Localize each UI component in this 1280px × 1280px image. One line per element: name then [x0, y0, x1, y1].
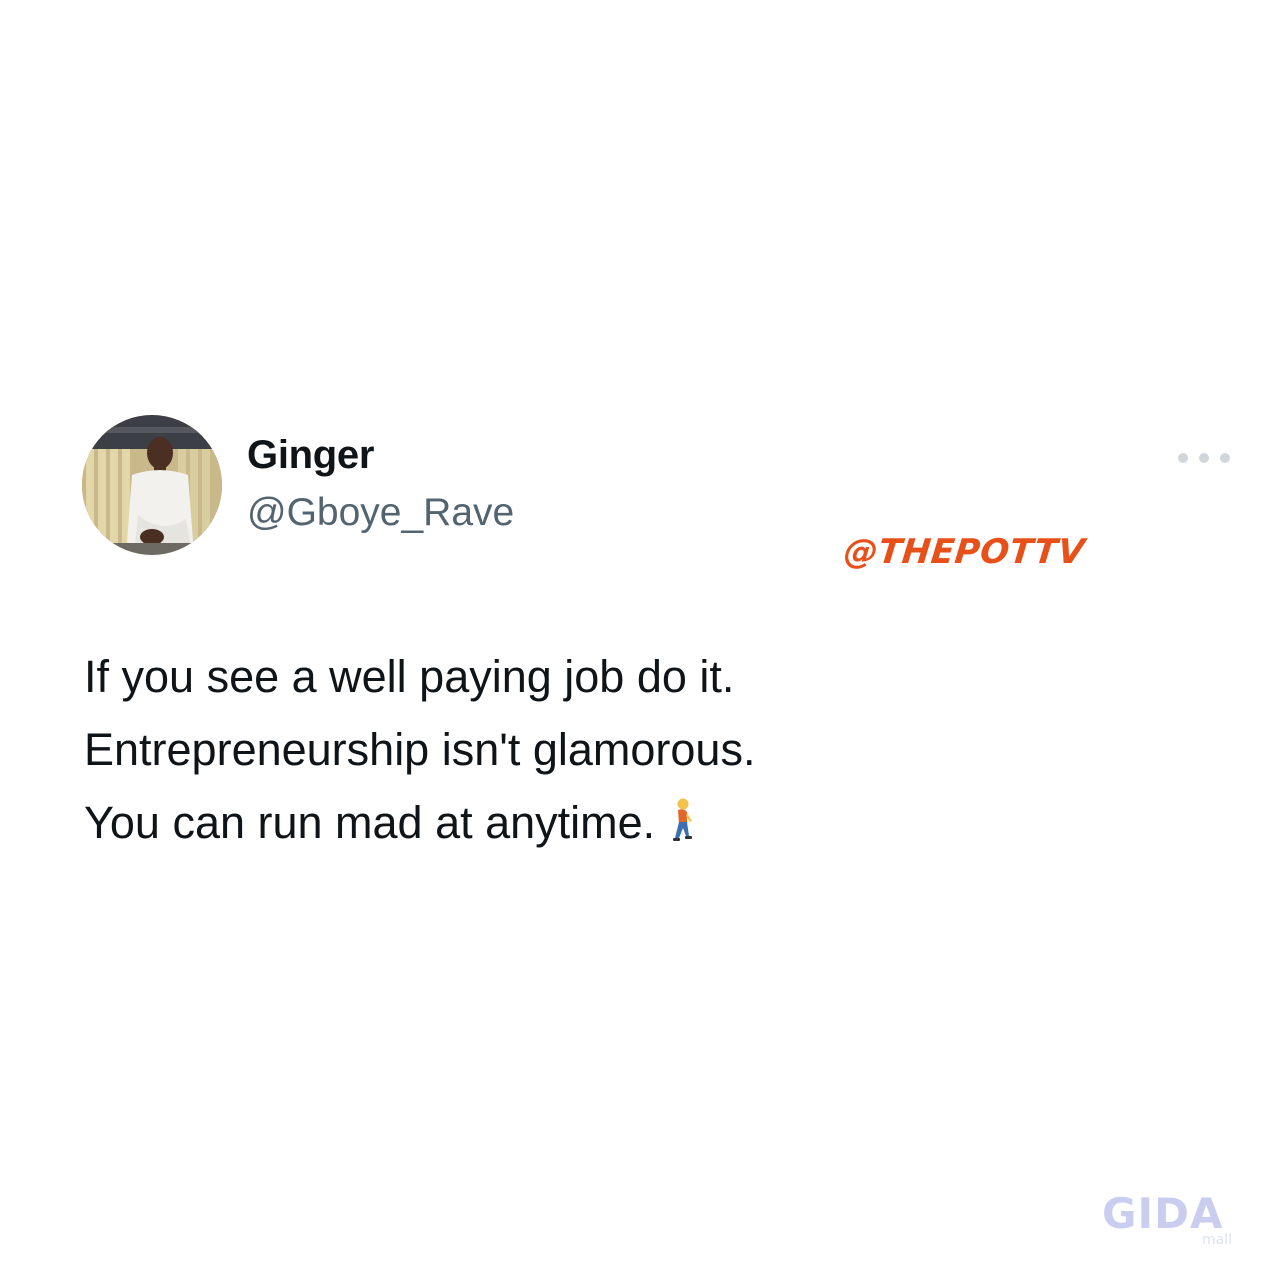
display-name[interactable]: Ginger	[247, 433, 374, 478]
thepottv-watermark: @THEPOTTV	[841, 532, 1087, 572]
svg-text:mall: mall	[1202, 1232, 1232, 1248]
more-dot	[1199, 453, 1209, 463]
more-dot	[1220, 453, 1230, 463]
walking-person-emoji	[667, 792, 697, 865]
tweet-text-line: If you see a well paying job do it.	[84, 651, 735, 702]
tweet-text-line: Entrepreneurship isn't glamorous.	[84, 724, 756, 775]
tweet-text: If you see a well paying job do it. Entr…	[84, 640, 755, 865]
svg-text:GIDA: GIDA	[1102, 1189, 1223, 1238]
user-handle[interactable]: @Gboye_Rave	[247, 491, 514, 535]
profile-avatar[interactable]	[82, 415, 222, 555]
tweet-text-line: You can run mad at anytime.	[84, 786, 755, 865]
more-dot	[1178, 453, 1188, 463]
gida-logo: GIDA mall	[1100, 1188, 1250, 1253]
more-options-icon[interactable]	[1178, 447, 1230, 469]
